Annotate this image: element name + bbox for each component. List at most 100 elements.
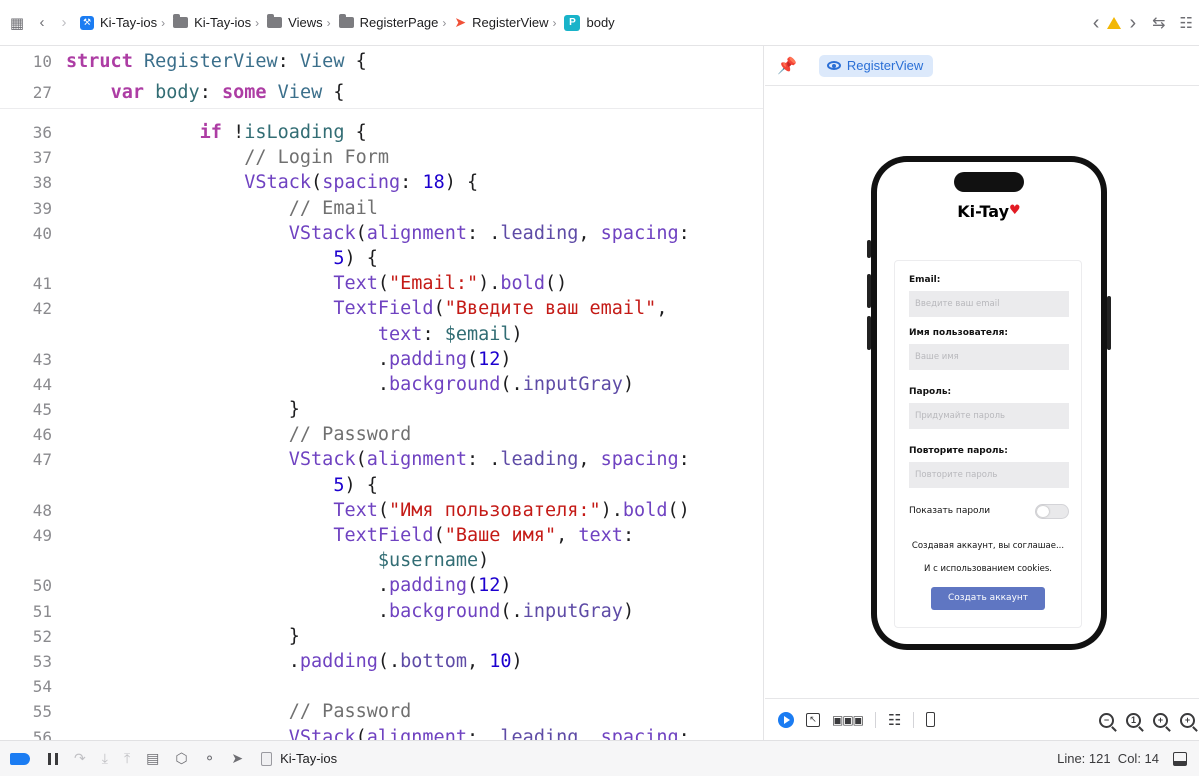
debug-target-label: Ki-Tay-ios <box>280 751 338 766</box>
chevron-right-icon: › <box>552 15 557 30</box>
code-line[interactable]: 10 struct RegisterView: View { <box>0 46 763 77</box>
environment-overrides-icon[interactable]: ⚬ <box>204 750 216 767</box>
location-icon[interactable]: ➤ <box>231 750 243 767</box>
code-token: struct <box>66 51 133 72</box>
code-line[interactable]: 38 VStack(spacing: 18) { <box>0 170 763 195</box>
code-line[interactable]: 27 var body: some View { <box>0 77 763 108</box>
swap-editor-icon[interactable]: ⇆ <box>1152 13 1165 33</box>
code-line[interactable]: 40 VStack(alignment: .leading, spacing: <box>0 221 763 246</box>
show-passwords-toggle[interactable] <box>1035 504 1069 519</box>
code-token: VStack <box>288 726 356 741</box>
pin-icon[interactable]: 📌 <box>777 56 797 76</box>
code-line[interactable]: 50 .padding(12) <box>0 573 763 598</box>
source-editor[interactable]: 10 struct RegisterView: View {27 var body… <box>0 46 764 740</box>
zoom-in-icon[interactable]: + <box>1180 712 1195 728</box>
code-line[interactable]: 56 VStack(alignment: .leading, spacing: <box>0 725 763 741</box>
code-token: text <box>578 525 623 546</box>
line-number <box>0 473 52 498</box>
code-token: 5 <box>333 474 345 496</box>
code-line[interactable]: 39 // Email <box>0 196 763 221</box>
device-settings-icon[interactable]: ☷ <box>888 711 901 729</box>
email-field[interactable]: Введите ваш email <box>909 291 1069 317</box>
password-field[interactable]: Придумайте пароль <box>909 403 1069 429</box>
memory-graph-icon[interactable]: ⬡ <box>175 750 187 767</box>
breakpoints-icon[interactable] <box>10 752 30 765</box>
code-token: bottom <box>400 650 467 672</box>
code-line[interactable]: 48 Text("Имя пользователя:").bold() <box>0 498 763 523</box>
warning-icon[interactable] <box>1107 17 1122 29</box>
toggle-debug-area-icon[interactable] <box>1173 752 1187 766</box>
code-line[interactable]: 42 TextField("Введите ваш email", <box>0 296 763 321</box>
code-line[interactable]: 44 .background(.inputGray) <box>0 372 763 397</box>
iphone-preview[interactable]: Ki-Tay♥ Email: Введите ваш email Имя пол… <box>867 156 1111 650</box>
live-preview-play-icon[interactable] <box>778 711 794 728</box>
repeat-password-field[interactable]: Повторите пароль <box>909 462 1069 488</box>
code-text: var body: some View { <box>52 77 345 108</box>
chevron-right-icon: › <box>442 15 447 30</box>
code-line[interactable]: 52 } <box>0 624 763 649</box>
step-over-icon[interactable]: ↷ <box>74 750 86 767</box>
code-token: } <box>66 399 300 421</box>
debug-target[interactable]: Ki-Tay-ios <box>261 751 337 766</box>
zoom-to-fit-icon[interactable]: + <box>1153 712 1168 728</box>
code-line[interactable]: 55 // Password <box>0 699 763 724</box>
code-token: : <box>400 172 423 194</box>
code-line[interactable]: text: $email) <box>0 322 763 347</box>
breadcrumb-item[interactable]: Pbody <box>564 14 615 31</box>
code-line[interactable]: 41 Text("Email:").bold() <box>0 271 763 296</box>
line-number: 46 <box>32 425 52 445</box>
code-token: : <box>199 82 222 103</box>
step-out-icon[interactable]: ⤒ <box>124 750 130 767</box>
breadcrumb-item[interactable]: RegisterPage › <box>338 14 455 30</box>
breadcrumb-item[interactable]: Ki-Tay-ios › <box>173 14 267 30</box>
add-editor-icon[interactable]: ☷ <box>1180 14 1193 32</box>
code-line[interactable]: 37 // Login Form <box>0 145 763 170</box>
code-line[interactable]: 5) { <box>0 246 763 271</box>
variants-grid-icon[interactable]: ▣▣▣ <box>832 713 864 727</box>
view-hierarchy-icon[interactable]: ▤ <box>146 750 159 767</box>
code-line[interactable]: 47 VStack(alignment: .leading, spacing: <box>0 447 763 472</box>
device-selector-icon[interactable] <box>926 712 936 727</box>
step-into-icon[interactable]: ⤓ <box>102 750 108 767</box>
code-line[interactable]: 45 } <box>0 397 763 422</box>
line-number: 39 <box>32 198 52 218</box>
forward-chevron-icon[interactable]: › <box>58 14 70 31</box>
code-line[interactable]: $username) <box>0 548 763 573</box>
previous-issue-icon[interactable]: ‹ <box>1093 12 1100 35</box>
code-line[interactable]: 49 TextField("Ваше имя", text: <box>0 523 763 548</box>
code-token: () <box>544 273 568 295</box>
code-token: ) { <box>344 474 378 496</box>
code-line[interactable]: 43 .padding(12) <box>0 347 763 372</box>
code-token: . <box>66 575 390 597</box>
breadcrumb-item[interactable]: ➤ RegisterView › <box>454 14 564 31</box>
code-text: } <box>52 624 300 649</box>
selectable-mode-icon[interactable]: ↖ <box>806 712 820 727</box>
code-token: ( <box>466 348 479 370</box>
username-field[interactable]: Ваше имя <box>909 344 1069 370</box>
code-text: .background(.inputGray) <box>52 372 634 397</box>
code-line[interactable]: 46 // Password <box>0 422 763 447</box>
preview-tab-registerview[interactable]: RegisterView <box>818 54 934 77</box>
code-line[interactable]: 54 <box>0 674 763 699</box>
next-issue-icon[interactable]: › <box>1129 12 1136 35</box>
code-line[interactable]: 36 if !isLoading { <box>0 120 763 145</box>
code-lines[interactable]: 36 if !isLoading {37 // Login Form 38 VSt… <box>0 109 763 740</box>
code-token: leading <box>500 449 579 471</box>
code-token: leading <box>500 726 579 741</box>
grid-icon[interactable]: ▦ <box>8 14 26 32</box>
zoom-out-icon[interactable]: − <box>1099 712 1114 728</box>
create-account-button[interactable]: Создать аккаунт <box>931 587 1045 610</box>
code-line[interactable]: 51 .background(.inputGray) <box>0 599 763 624</box>
code-token: View <box>299 51 345 72</box>
code-line[interactable]: 5) { <box>0 473 763 498</box>
back-chevron-icon[interactable]: ‹ <box>36 14 48 31</box>
breadcrumb-item[interactable]: ⚒ Ki-Tay-ios › <box>80 15 173 30</box>
breadcrumb-item[interactable]: Views › <box>267 14 338 30</box>
code-line[interactable]: 53 .padding(.bottom, 10) <box>0 649 763 674</box>
zoom-actual-size-icon[interactable]: 1 <box>1126 712 1141 728</box>
pause-icon[interactable] <box>48 752 58 765</box>
code-token: ) { <box>444 172 479 194</box>
